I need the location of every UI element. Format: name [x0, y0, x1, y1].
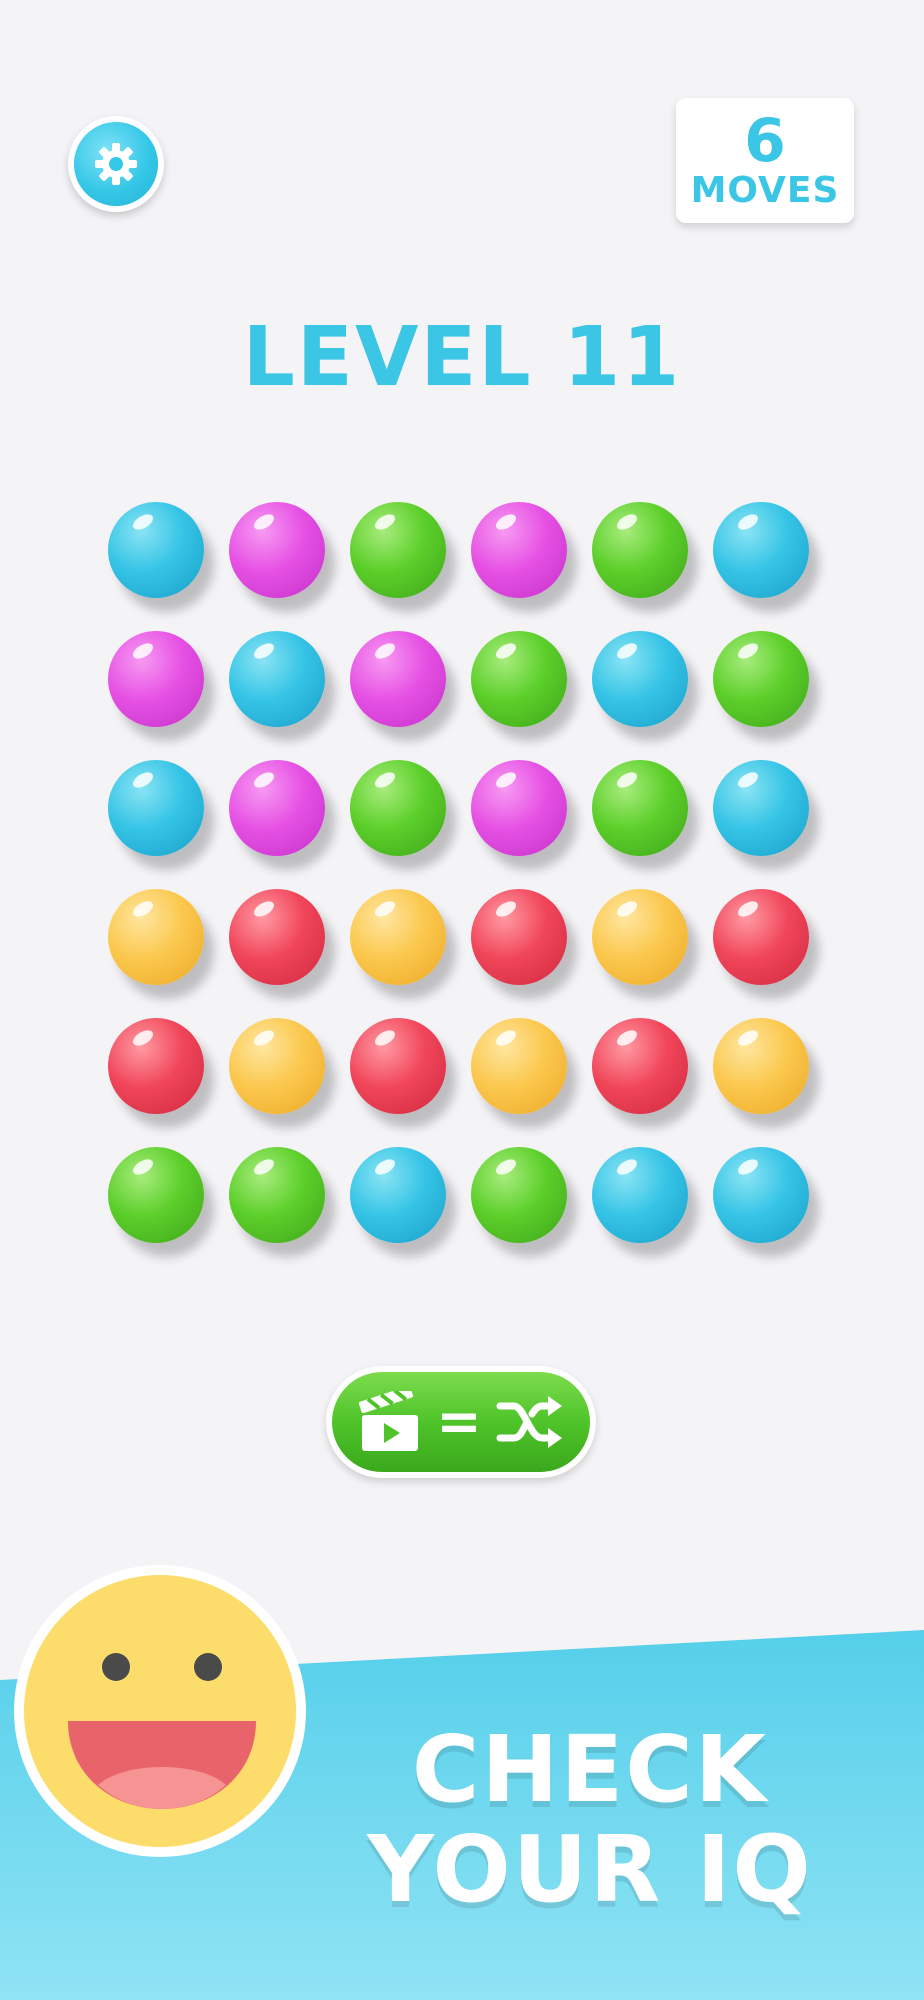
blue-ball[interactable]	[592, 631, 688, 727]
green-ball[interactable]	[350, 502, 446, 598]
blue-ball[interactable]	[713, 760, 809, 856]
promo-text: CHECK YOUR IQ	[330, 1720, 850, 1920]
shuffle-icon	[496, 1396, 562, 1448]
yellow-ball[interactable]	[592, 889, 688, 985]
green-ball[interactable]	[471, 631, 567, 727]
blue-ball[interactable]	[229, 631, 325, 727]
green-ball[interactable]	[108, 1147, 204, 1243]
promo-line-2: YOUR IQ	[367, 1816, 813, 1923]
green-ball[interactable]	[592, 502, 688, 598]
yellow-ball[interactable]	[229, 1018, 325, 1114]
moves-counter: 6 MOVES	[676, 98, 854, 223]
shuffle-ad-button[interactable]: =	[326, 1366, 596, 1478]
green-ball[interactable]	[713, 631, 809, 727]
blue-ball[interactable]	[713, 502, 809, 598]
purple-ball[interactable]	[229, 502, 325, 598]
moves-label: MOVES	[690, 169, 840, 211]
shuffle-ad-button-face: =	[332, 1372, 590, 1472]
purple-ball[interactable]	[471, 760, 567, 856]
yellow-ball[interactable]	[350, 889, 446, 985]
blue-ball[interactable]	[350, 1147, 446, 1243]
red-ball[interactable]	[229, 889, 325, 985]
green-ball[interactable]	[350, 760, 446, 856]
level-title: LEVEL 11	[242, 310, 682, 405]
gear-icon	[95, 143, 137, 185]
green-ball[interactable]	[592, 760, 688, 856]
red-ball[interactable]	[471, 889, 567, 985]
yellow-ball[interactable]	[471, 1018, 567, 1114]
settings-button-face	[74, 122, 158, 206]
clapperboard-play-icon	[359, 1391, 419, 1451]
purple-ball[interactable]	[350, 631, 446, 727]
promo-line-1: CHECK	[411, 1716, 769, 1823]
yellow-ball[interactable]	[108, 889, 204, 985]
red-ball[interactable]	[713, 889, 809, 985]
blue-ball[interactable]	[592, 1147, 688, 1243]
smiley-face-icon	[14, 1565, 306, 1857]
green-ball[interactable]	[229, 1147, 325, 1243]
blue-ball[interactable]	[108, 502, 204, 598]
red-ball[interactable]	[592, 1018, 688, 1114]
red-ball[interactable]	[108, 1018, 204, 1114]
purple-ball[interactable]	[108, 631, 204, 727]
purple-ball[interactable]	[229, 760, 325, 856]
settings-button[interactable]	[68, 116, 164, 212]
equals-sign: =	[436, 1390, 482, 1453]
moves-count: 6	[744, 105, 786, 176]
red-ball[interactable]	[350, 1018, 446, 1114]
blue-ball[interactable]	[713, 1147, 809, 1243]
ball-grid	[108, 502, 838, 1282]
blue-ball[interactable]	[108, 760, 204, 856]
purple-ball[interactable]	[471, 502, 567, 598]
yellow-ball[interactable]	[713, 1018, 809, 1114]
green-ball[interactable]	[471, 1147, 567, 1243]
